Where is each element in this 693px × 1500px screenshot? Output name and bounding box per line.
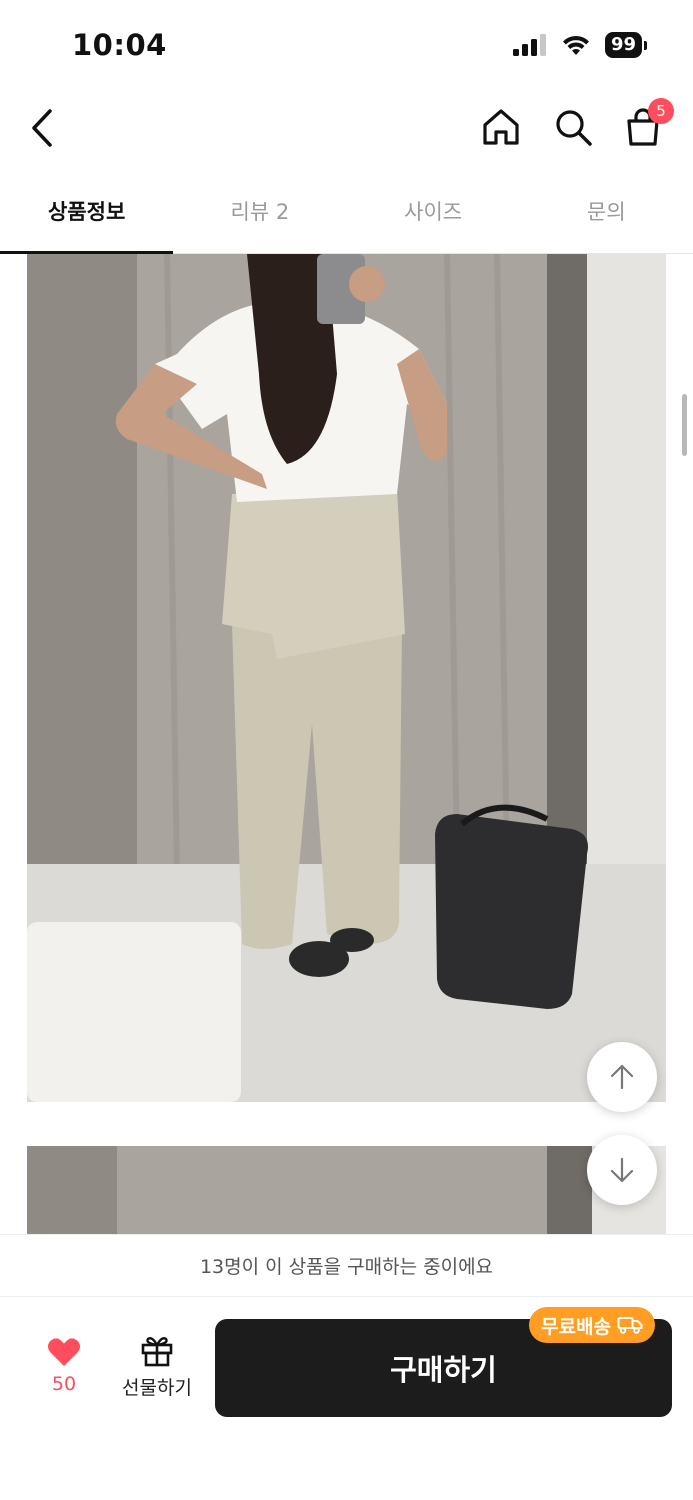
arrow-up-icon bbox=[610, 1064, 634, 1090]
signal-icon bbox=[512, 34, 546, 56]
status-bar: 10:04 99 bbox=[0, 0, 693, 88]
cart-button[interactable]: 5 bbox=[620, 98, 674, 150]
battery-level: 99 bbox=[604, 32, 642, 58]
scroll-to-bottom-button[interactable] bbox=[587, 1135, 657, 1205]
tab-size[interactable]: 사이즈 bbox=[347, 168, 520, 253]
like-button[interactable]: 50 bbox=[34, 1337, 94, 1405]
search-icon bbox=[556, 110, 592, 146]
free-shipping-badge: 무료배송 bbox=[529, 1307, 655, 1343]
free-shipping-label: 무료배송 bbox=[541, 1315, 611, 1338]
product-photo-illustration bbox=[27, 1146, 666, 1234]
status-icons: 99 bbox=[512, 32, 647, 58]
purchasing-now-notice: 13명이 이 상품을 구매하는 중이에요 bbox=[0, 1234, 693, 1297]
product-photo bbox=[27, 254, 666, 1102]
heart-icon bbox=[48, 1338, 80, 1366]
wifi-icon bbox=[562, 35, 589, 55]
cart-count-badge: 5 bbox=[648, 98, 674, 124]
search-button[interactable] bbox=[550, 104, 596, 150]
battery-cap bbox=[644, 40, 647, 50]
like-count: 50 bbox=[51, 1373, 77, 1395]
gift-label: 선물하기 bbox=[122, 1377, 192, 1399]
truck-icon bbox=[617, 1317, 643, 1334]
gift-icon bbox=[141, 1337, 173, 1367]
gift-button[interactable]: 선물하기 bbox=[114, 1335, 200, 1405]
status-time: 10:04 bbox=[72, 28, 167, 62]
home-icon bbox=[483, 109, 519, 145]
tab-inquiry[interactable]: 문의 bbox=[520, 168, 693, 253]
scroll-indicator[interactable] bbox=[682, 394, 687, 456]
product-photo-illustration bbox=[27, 254, 666, 1102]
top-nav: 5 bbox=[0, 88, 693, 168]
chevron-left-icon bbox=[32, 109, 52, 147]
back-button[interactable] bbox=[22, 102, 62, 154]
product-tabs: 상품정보 리뷰 2 사이즈 문의 bbox=[0, 168, 693, 254]
battery-indicator: 99 bbox=[604, 32, 647, 58]
arrow-down-icon bbox=[610, 1157, 634, 1183]
bottom-action-bar: 50 선물하기 구매하기 무료배송 bbox=[0, 1297, 693, 1500]
home-button[interactable] bbox=[478, 104, 524, 150]
product-photo bbox=[27, 1146, 666, 1234]
tab-reviews[interactable]: 리뷰 2 bbox=[173, 168, 346, 253]
scroll-to-top-button[interactable] bbox=[587, 1042, 657, 1112]
tab-product-info[interactable]: 상품정보 bbox=[0, 168, 174, 254]
